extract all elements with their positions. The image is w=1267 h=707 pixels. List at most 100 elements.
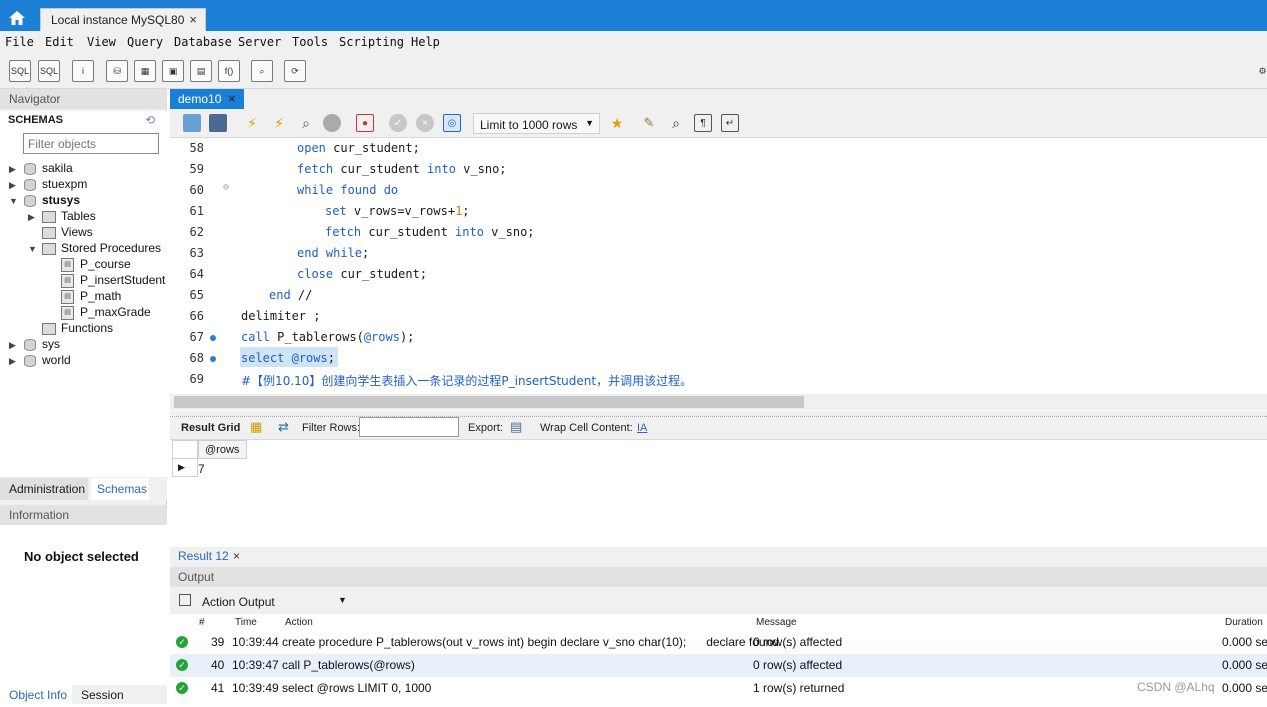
- tree-item-stuexpm[interactable]: stuexpm: [42, 177, 87, 193]
- form-editor-icon[interactable]: ▦: [250, 419, 262, 435]
- tree-item-world[interactable]: world: [42, 353, 71, 369]
- export-icon[interactable]: ▤: [510, 419, 522, 435]
- row-duration: 0.000 sec: [1222, 658, 1267, 672]
- column-header-duration: Duration: [1225, 617, 1263, 628]
- database-icon: [24, 195, 36, 207]
- explain-icon[interactable]: ⌕: [297, 114, 315, 132]
- stop-icon[interactable]: [323, 114, 341, 132]
- menu-file[interactable]: File: [5, 35, 34, 49]
- save-icon[interactable]: [209, 114, 227, 132]
- execute-icon[interactable]: ⚡: [243, 114, 261, 132]
- action-output-select[interactable]: Action Output: [202, 595, 275, 609]
- title-tab-bar: Local instance MySQL80 ×: [0, 0, 1267, 31]
- schema-tree: ▶ sakila ▶ stuexpm ▼ stusys ▶ Tables Vie…: [0, 131, 167, 477]
- table-row[interactable]: ✓ 40 10:39:47 call P_tablerows(@rows) 0 …: [170, 654, 1267, 677]
- tree-item-stored-procedures[interactable]: Stored Procedures: [61, 241, 161, 257]
- tree-item-views[interactable]: Views: [61, 225, 93, 241]
- tree-item-p-maxgrade[interactable]: P_maxGrade: [80, 305, 151, 321]
- create-schema-icon[interactable]: ⛁: [106, 60, 128, 82]
- table-row[interactable]: ✓ 39 10:39:44 create procedure P_tablero…: [170, 631, 1267, 654]
- refresh-icon[interactable]: ⟲: [145, 113, 155, 127]
- navigator-panel: Navigator SCHEMAS ⟲ ▶ sakila ▶ stuexpm ▼…: [0, 89, 167, 707]
- wrap-cell-icon[interactable]: IA: [637, 422, 647, 434]
- tree-item-functions[interactable]: Functions: [61, 321, 113, 337]
- row-marker-icon[interactable]: ▶: [172, 459, 198, 477]
- database-icon: [24, 163, 36, 175]
- expand-arrow-icon[interactable]: ▶: [9, 180, 16, 191]
- code-line: call P_tablerows(@rows);: [241, 330, 415, 344]
- create-function-icon[interactable]: f(): [218, 60, 240, 82]
- expand-arrow-icon[interactable]: ▶: [28, 212, 35, 223]
- invisible-chars-icon[interactable]: ¶: [694, 114, 712, 132]
- tree-item-p-math[interactable]: P_math: [80, 289, 121, 305]
- menu-edit[interactable]: Edit: [45, 35, 74, 49]
- add-snippet-icon[interactable]: ★: [608, 114, 626, 132]
- filter-rows-label: Filter Rows:: [302, 422, 361, 434]
- tree-item-p-course[interactable]: P_course: [80, 257, 131, 273]
- tree-item-stusys[interactable]: stusys: [42, 193, 80, 209]
- tab-demo10[interactable]: demo10 ×: [170, 89, 244, 109]
- copy-icon[interactable]: [179, 594, 191, 606]
- create-procedure-icon[interactable]: ▤: [190, 60, 212, 82]
- connection-tab[interactable]: Local instance MySQL80 ×: [40, 8, 206, 31]
- reconnect-icon[interactable]: ⟳: [284, 60, 306, 82]
- limit-rows-select[interactable]: Limit to 1000 rows ▼: [473, 113, 600, 134]
- word-wrap-icon[interactable]: ↵: [721, 114, 739, 132]
- line-number: 59: [189, 162, 204, 176]
- tree-item-tables[interactable]: Tables: [61, 209, 96, 225]
- create-view-icon[interactable]: ▣: [162, 60, 184, 82]
- tab-administration[interactable]: Administration: [0, 478, 88, 500]
- output-selector-row: Action Output ▼: [170, 587, 1267, 614]
- column-header[interactable]: @rows: [198, 440, 247, 459]
- open-sql-script-icon[interactable]: SQL: [38, 60, 60, 82]
- menu-view[interactable]: View: [87, 35, 116, 49]
- sql-editor[interactable]: 58 open cur_student; 59 fetch cur_studen…: [170, 138, 1267, 394]
- horizontal-scrollbar[interactable]: [170, 394, 1267, 410]
- views-folder-icon: [42, 227, 56, 239]
- scrollbar-thumb[interactable]: [174, 396, 804, 408]
- collapse-arrow-icon[interactable]: ▼: [9, 196, 18, 206]
- row-action: call P_tablerows(@rows): [282, 658, 415, 672]
- commit-icon[interactable]: ✓: [389, 114, 407, 132]
- code-line: fetch cur_student into v_sno;: [325, 225, 535, 239]
- refresh-icon[interactable]: ⇄: [278, 419, 289, 435]
- new-sql-tab-icon[interactable]: SQL: [9, 60, 31, 82]
- autocommit-icon[interactable]: ◎: [443, 114, 461, 132]
- inspector-icon[interactable]: i: [72, 60, 94, 82]
- settings-gear-icon[interactable]: ⚙: [1258, 60, 1267, 82]
- find-icon[interactable]: ⌕: [667, 114, 685, 132]
- tree-item-sys[interactable]: sys: [42, 337, 60, 353]
- table-row[interactable]: ✓ 41 10:39:49 select @rows LIMIT 0, 1000…: [170, 677, 1267, 700]
- menu-query[interactable]: Query: [127, 35, 163, 49]
- tab-result-12[interactable]: Result 12: [178, 549, 229, 563]
- execute-current-icon[interactable]: ⚡: [270, 114, 288, 132]
- rollback-icon[interactable]: ×: [416, 114, 434, 132]
- beautify-icon[interactable]: ✎: [640, 114, 658, 132]
- tree-item-sakila[interactable]: sakila: [42, 161, 73, 177]
- menu-server[interactable]: Server: [238, 35, 281, 49]
- menu-tools[interactable]: Tools: [292, 35, 328, 49]
- toggle-error-icon[interactable]: ●: [356, 114, 374, 132]
- menu-scripting[interactable]: Scripting: [339, 35, 404, 49]
- close-icon[interactable]: ×: [228, 91, 236, 106]
- menu-help[interactable]: Help: [411, 35, 440, 49]
- result-grid-label[interactable]: Result Grid: [181, 422, 240, 434]
- expand-arrow-icon[interactable]: ▶: [9, 164, 16, 175]
- menu-database[interactable]: Database: [174, 35, 232, 49]
- expand-arrow-icon[interactable]: ▶: [9, 340, 16, 351]
- cell-value[interactable]: 7: [198, 462, 205, 476]
- fold-icon[interactable]: ⊖: [223, 182, 229, 193]
- create-table-icon[interactable]: ▦: [134, 60, 156, 82]
- collapse-arrow-icon[interactable]: ▼: [28, 244, 37, 254]
- close-icon[interactable]: ×: [189, 12, 197, 27]
- filter-objects-input[interactable]: [23, 133, 159, 154]
- filter-rows-input[interactable]: [359, 417, 459, 437]
- tree-item-p-insertstudent[interactable]: P_insertStudent: [80, 273, 165, 289]
- open-file-icon[interactable]: [183, 114, 201, 132]
- home-button[interactable]: [0, 4, 34, 31]
- close-icon[interactable]: ×: [233, 549, 240, 563]
- expand-arrow-icon[interactable]: ▶: [9, 356, 16, 367]
- tab-schemas[interactable]: Schemas: [91, 478, 149, 500]
- chevron-down-icon[interactable]: ▼: [338, 595, 347, 605]
- search-table-data-icon[interactable]: ⌕: [251, 60, 273, 82]
